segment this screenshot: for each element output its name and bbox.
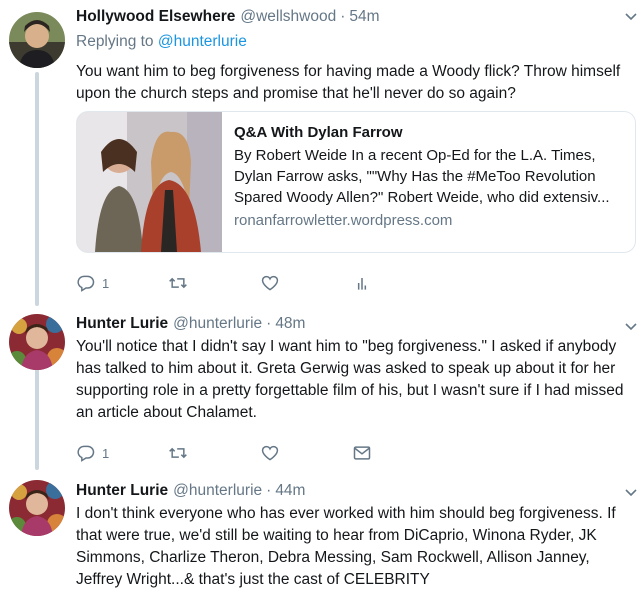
card-domain: ronanfarrowletter.wordpress.com xyxy=(234,212,453,229)
replying-to: Replying to @hunterlurie xyxy=(76,32,632,52)
username[interactable]: @hunterlurie xyxy=(173,314,262,334)
tweet-text: You'll notice that I didn't say I want h… xyxy=(76,338,624,421)
avatar[interactable] xyxy=(9,314,65,370)
chevron-down-icon[interactable] xyxy=(624,10,638,24)
tweet-text: You want him to beg forgiveness for havi… xyxy=(76,63,621,102)
mention-link[interactable]: @hunterlurie xyxy=(158,33,247,50)
analytics-button[interactable] xyxy=(352,271,444,295)
chevron-down-icon[interactable] xyxy=(624,320,638,334)
avatar[interactable] xyxy=(9,12,65,68)
tweet-actions: 1 xyxy=(76,441,444,465)
retweet-icon xyxy=(169,277,187,289)
reply-button[interactable]: 1 xyxy=(76,271,168,295)
display-name[interactable]: Hunter Lurie xyxy=(76,481,168,501)
chevron-down-icon[interactable] xyxy=(624,486,638,500)
reply-count: 1 xyxy=(102,275,110,291)
separator: · xyxy=(266,315,272,332)
avatar[interactable] xyxy=(9,480,65,536)
separator: · xyxy=(340,8,346,25)
card-image xyxy=(77,112,222,252)
link-card[interactable]: Q&A With Dylan Farrow By Robert Weide In… xyxy=(76,111,636,253)
reply-button[interactable]: 1 xyxy=(76,441,168,465)
like-button[interactable] xyxy=(260,441,352,465)
retweet-button[interactable] xyxy=(168,441,260,465)
like-button[interactable] xyxy=(260,271,352,295)
display-name[interactable]: Hunter Lurie xyxy=(76,314,168,334)
reply-icon xyxy=(77,445,95,462)
tweet-text: I don't think everyone who has ever work… xyxy=(76,505,616,588)
direct-message-button[interactable] xyxy=(352,441,444,465)
message-icon xyxy=(353,446,371,460)
like-icon xyxy=(261,445,279,461)
card-title[interactable]: Q&A With Dylan Farrow xyxy=(234,122,623,143)
analytics-icon xyxy=(357,278,367,290)
card-description: By Robert Weide In a recent Op-Ed for th… xyxy=(234,147,610,206)
username[interactable]: @wellshwood xyxy=(240,7,336,27)
tweet-actions: 1 xyxy=(76,271,444,295)
username[interactable]: @hunterlurie xyxy=(173,481,262,501)
display-name[interactable]: Hollywood Elsewhere xyxy=(76,7,235,27)
like-icon xyxy=(261,275,279,291)
separator: · xyxy=(266,482,272,499)
retweet-button[interactable] xyxy=(168,271,260,295)
thread-connector xyxy=(35,72,39,306)
retweet-icon xyxy=(169,447,187,459)
reply-count: 1 xyxy=(102,445,110,461)
timestamp[interactable]: 44m xyxy=(275,481,305,501)
timestamp[interactable]: 48m xyxy=(275,314,305,334)
replying-label: Replying to xyxy=(76,33,154,50)
timestamp[interactable]: 54m xyxy=(349,7,379,27)
reply-icon xyxy=(77,275,95,292)
